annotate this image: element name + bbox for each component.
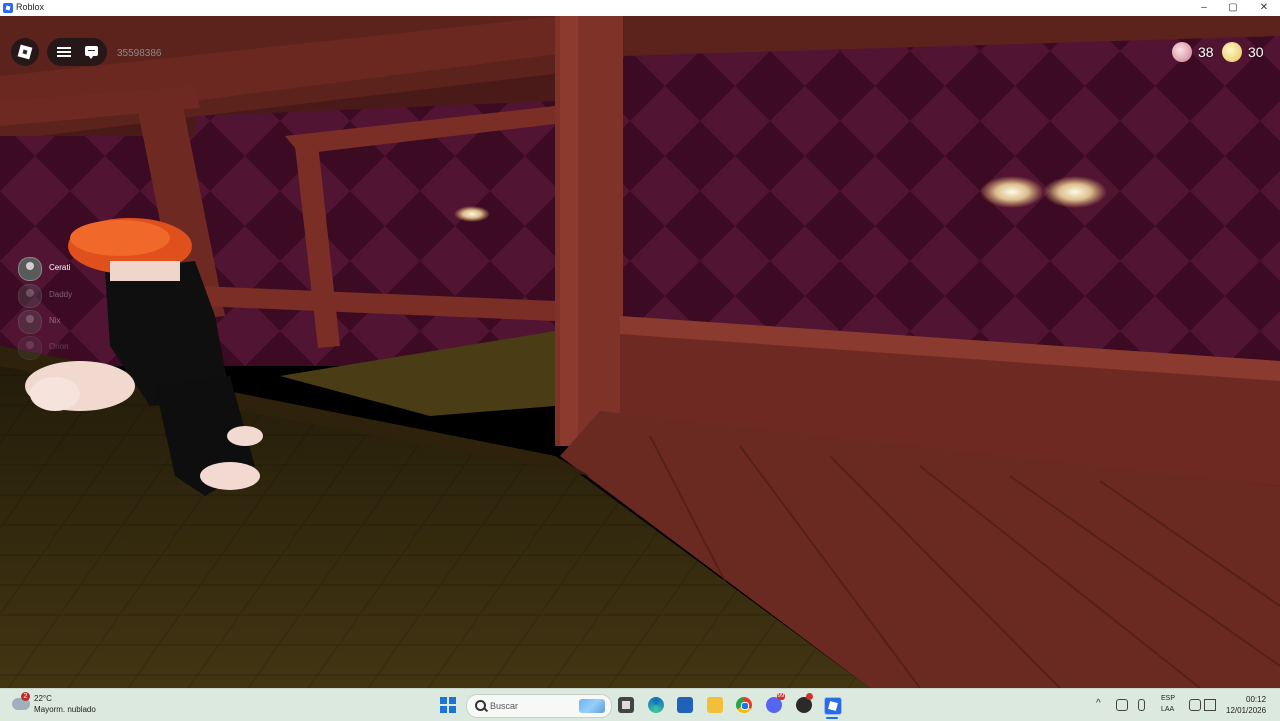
search-icon (475, 700, 486, 711)
gold-value: 30 (1248, 44, 1264, 60)
active-app-indicator (826, 717, 838, 719)
steam-notification-badge (806, 693, 813, 700)
store-icon[interactable] (677, 697, 693, 713)
player-name: Orion (49, 342, 69, 351)
gold-coin-icon (1222, 42, 1242, 62)
minimize-button[interactable]: – (1190, 0, 1218, 16)
hamburger-menu-icon[interactable] (57, 47, 71, 57)
avatar (18, 284, 42, 308)
windows-taskbar: 2 22°C Mayorm. nublado Buscar 99 ^ ESP L… (0, 688, 1280, 721)
avatar (18, 310, 42, 334)
clock-date[interactable]: 12/01/2026 (1226, 706, 1266, 715)
weather-alert-badge: 2 (21, 692, 30, 701)
chat-icon[interactable] (85, 46, 98, 59)
windows-start-button[interactable] (440, 697, 456, 713)
tray-chevron-icon[interactable]: ^ (1096, 698, 1101, 709)
roblox-app-icon (3, 3, 13, 13)
game-scene (0, 16, 1280, 688)
game-viewport[interactable]: 35598386 38 30 Cerati Daddy Nix Orion (0, 16, 1280, 688)
avatar (18, 336, 42, 360)
language-indicator[interactable]: ESP (1161, 695, 1175, 702)
player-name: Cerati (49, 263, 71, 272)
taskbar-search-input[interactable]: Buscar (466, 694, 612, 718)
candy-icon (1172, 42, 1192, 62)
candy-value: 38 (1198, 44, 1214, 60)
microphone-icon[interactable] (1138, 699, 1145, 711)
player-name: Daddy (49, 290, 73, 299)
display-icon[interactable] (1189, 699, 1201, 711)
roblox-logo-icon (17, 44, 33, 60)
window-title: Roblox (16, 2, 45, 12)
window-titlebar: Roblox – ▢ ✕ (0, 0, 1280, 17)
volume-icon[interactable] (1204, 699, 1216, 711)
discord-notification-badge: 99 (777, 693, 785, 700)
keyboard-layout-indicator[interactable]: LAA (1161, 706, 1174, 713)
player-name: Nix (49, 316, 61, 325)
player-id-label: 35598386 (117, 48, 162, 59)
roblox-menu-button[interactable] (11, 38, 39, 66)
chrome-icon[interactable] (736, 697, 752, 713)
network-icon[interactable] (1116, 699, 1128, 711)
search-highlight-icon (579, 699, 605, 713)
search-placeholder: Buscar (490, 701, 519, 711)
clock-time[interactable]: 00:12 (1246, 695, 1266, 704)
maximize-button[interactable]: ▢ (1219, 0, 1247, 16)
roblox-taskbar-icon[interactable] (824, 697, 842, 715)
close-button[interactable]: ✕ (1250, 0, 1278, 16)
weather-temperature[interactable]: 22°C (34, 694, 52, 703)
file-explorer-icon[interactable] (707, 697, 723, 713)
avatar (18, 257, 42, 281)
edge-icon[interactable] (648, 697, 664, 713)
hud-toolbar (47, 38, 107, 66)
task-view-icon[interactable] (618, 697, 634, 713)
weather-description[interactable]: Mayorm. nublado (34, 705, 96, 714)
